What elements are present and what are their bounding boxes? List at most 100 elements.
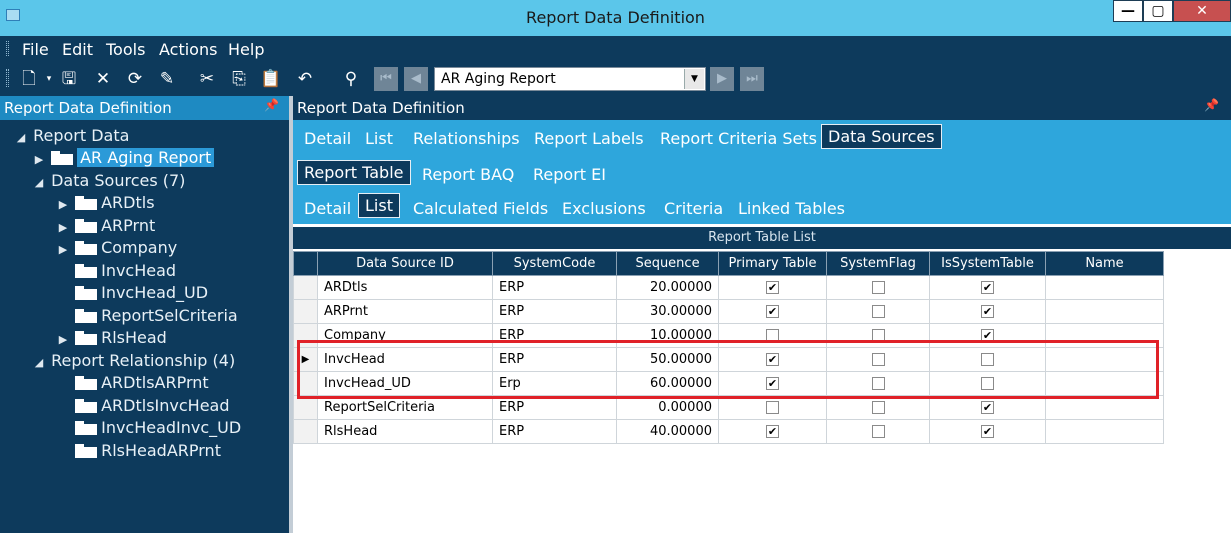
checkbox[interactable]: ✔ — [981, 281, 994, 294]
expand-icon[interactable]: ▶ — [56, 221, 70, 234]
save-icon[interactable]: 🖫 — [58, 69, 80, 89]
tab-report-table[interactable]: Report Table — [297, 160, 411, 185]
column-header[interactable]: SystemCode — [492, 251, 617, 276]
expand-icon[interactable]: ▶ — [32, 153, 46, 166]
primary-cell[interactable]: ✔ — [718, 419, 827, 444]
tree-node-relationships[interactable]: ◢ Report Relationship (4) — [32, 351, 235, 373]
clear-icon[interactable]: ✎ — [156, 69, 178, 89]
sequence-cell[interactable]: 0.00000 — [616, 395, 719, 420]
first-record-icon[interactable]: ⏮ — [374, 67, 398, 91]
menu-edit[interactable]: Edit — [62, 40, 93, 59]
name-cell[interactable] — [1045, 299, 1164, 324]
tab-list[interactable]: List — [358, 193, 400, 218]
tab-report-labels[interactable]: Report Labels — [534, 129, 644, 148]
column-header[interactable]: IsSystemTable — [929, 251, 1046, 276]
table-row[interactable]: RlsHead ERP 40.00000 ✔ ✔ — [293, 419, 1164, 444]
checkbox[interactable] — [871, 305, 885, 318]
tree-node-data-source[interactable]: InvcHead_UD — [56, 283, 208, 305]
data-source-id-cell[interactable]: ARDtls — [317, 275, 493, 300]
expand-icon[interactable]: ▶ — [56, 243, 70, 256]
row-selector[interactable] — [293, 275, 318, 300]
refresh-icon[interactable]: ⟳ — [124, 69, 146, 89]
sysflag-cell[interactable] — [826, 299, 930, 324]
checkbox[interactable]: ✔ — [766, 281, 779, 294]
tree-node-relationship[interactable]: RlsHeadARPrnt — [56, 441, 221, 463]
name-cell[interactable] — [1045, 275, 1164, 300]
primary-cell[interactable]: ✔ — [718, 299, 827, 324]
tab-data-sources[interactable]: Data Sources — [821, 124, 942, 149]
checkbox[interactable] — [871, 281, 885, 294]
tree-node-data-source[interactable]: ▶ ARPrnt — [56, 216, 155, 238]
table-row[interactable]: ReportSelCriteria ERP 0.00000 ✔ — [293, 395, 1164, 420]
tree-node-relationship[interactable]: ARDtlsARPrnt — [56, 373, 209, 395]
tab-report-criteria-sets[interactable]: Report Criteria Sets — [660, 129, 817, 148]
row-selector[interactable] — [293, 419, 318, 444]
report-select[interactable]: AR Aging Report ▼ — [434, 67, 706, 91]
tab-report-ei[interactable]: Report EI — [533, 165, 606, 184]
tree-node-relationship[interactable]: InvcHeadInvc_UD — [56, 418, 241, 440]
column-header[interactable]: SystemFlag — [826, 251, 930, 276]
minimize-button[interactable]: — — [1113, 0, 1143, 22]
expand-icon[interactable]: ▶ — [56, 198, 70, 211]
system-code-cell[interactable]: ERP — [492, 419, 617, 444]
collapse-icon[interactable]: ◢ — [14, 131, 28, 144]
row-selector[interactable] — [293, 299, 318, 324]
tab-list[interactable]: List — [365, 129, 393, 148]
menu-file[interactable]: File — [22, 40, 49, 59]
menu-tools[interactable]: Tools — [106, 40, 145, 59]
name-cell[interactable] — [1045, 395, 1164, 420]
tab-report-baq[interactable]: Report BAQ — [422, 165, 514, 184]
maximize-button[interactable]: ▢ — [1143, 0, 1173, 22]
checkbox[interactable] — [766, 401, 779, 414]
tree-node-data-source[interactable]: ▶ RlsHead — [56, 328, 167, 350]
column-header[interactable]: Name — [1045, 251, 1164, 276]
column-header[interactable]: Primary Table — [718, 251, 827, 276]
tree-node-data-source[interactable]: ▶ Company — [56, 238, 177, 260]
collapse-icon[interactable]: ◢ — [32, 356, 46, 369]
checkbox[interactable]: ✔ — [766, 305, 779, 318]
row-selector[interactable] — [293, 395, 318, 420]
primary-cell[interactable] — [718, 395, 827, 420]
issys-cell[interactable]: ✔ — [929, 299, 1046, 324]
data-source-id-cell[interactable]: ARPrnt — [317, 299, 493, 324]
checkbox[interactable]: ✔ — [981, 425, 994, 438]
checkbox[interactable]: ✔ — [981, 401, 994, 414]
sysflag-cell[interactable] — [826, 395, 930, 420]
previous-record-icon[interactable]: ◀ — [404, 67, 428, 91]
new-icon[interactable]: 🗋 — [18, 69, 40, 89]
collapse-icon[interactable]: ◢ — [32, 176, 46, 189]
menu-actions[interactable]: Actions — [159, 40, 217, 59]
sequence-cell[interactable]: 30.00000 — [616, 299, 719, 324]
tree-node-data-sources[interactable]: ◢ Data Sources (7) — [32, 171, 186, 193]
column-header[interactable]: Sequence — [616, 251, 719, 276]
sysflag-cell[interactable] — [826, 419, 930, 444]
checkbox[interactable] — [871, 425, 885, 438]
paste-icon[interactable]: 📋 — [260, 69, 282, 89]
sequence-cell[interactable]: 40.00000 — [616, 419, 719, 444]
delete-icon[interactable]: ✕ — [92, 69, 114, 89]
system-code-cell[interactable]: ERP — [492, 275, 617, 300]
tree-node-report[interactable]: ▶ AR Aging Report — [32, 148, 215, 170]
undo-icon[interactable]: ↶ — [294, 69, 316, 89]
close-button[interactable]: ✕ — [1173, 0, 1231, 22]
tab-relationships[interactable]: Relationships — [413, 129, 520, 148]
data-source-id-cell[interactable]: RlsHead — [317, 419, 493, 444]
checkbox[interactable]: ✔ — [766, 425, 779, 438]
tree-node-data-source[interactable]: InvcHead — [56, 261, 176, 283]
new-dropdown-icon[interactable]: ▾ — [38, 69, 60, 89]
pin-icon[interactable]: 📌 — [1204, 98, 1219, 112]
tab-criteria[interactable]: Criteria — [664, 199, 723, 218]
checkbox[interactable]: ✔ — [981, 305, 994, 318]
tree-node-data-source[interactable]: ▶ ARDtls — [56, 193, 155, 215]
issys-cell[interactable]: ✔ — [929, 419, 1046, 444]
tree-node-data-source[interactable]: ReportSelCriteria — [56, 306, 238, 328]
system-code-cell[interactable]: ERP — [492, 299, 617, 324]
tab-calculated-fields[interactable]: Calculated Fields — [413, 199, 548, 218]
sequence-cell[interactable]: 20.00000 — [616, 275, 719, 300]
primary-cell[interactable]: ✔ — [718, 275, 827, 300]
sysflag-cell[interactable] — [826, 275, 930, 300]
tab-linked-tables[interactable]: Linked Tables — [738, 199, 845, 218]
copy-icon[interactable]: ⎘ — [228, 69, 250, 89]
cut-icon[interactable]: ✂ — [196, 69, 218, 89]
name-cell[interactable] — [1045, 419, 1164, 444]
